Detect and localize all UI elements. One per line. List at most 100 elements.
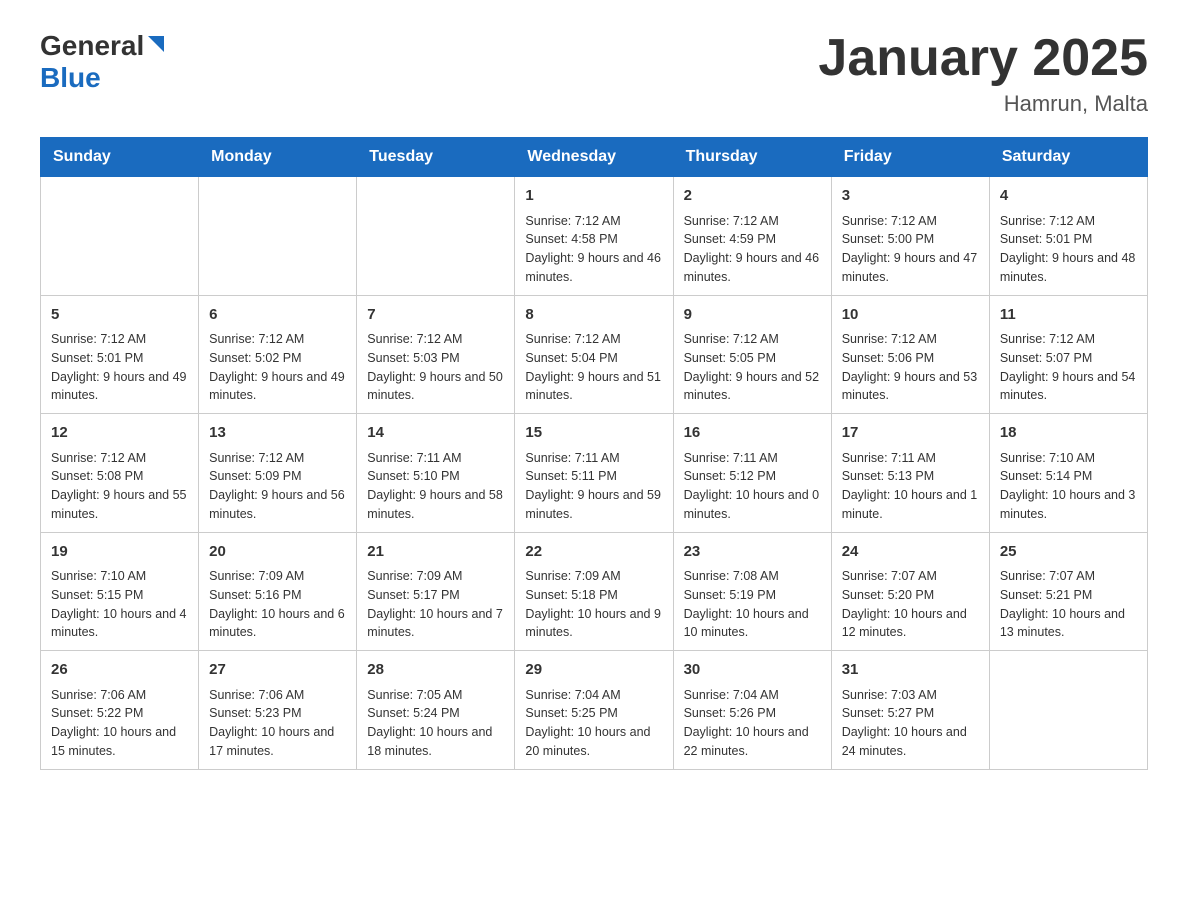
calendar-cell: 3 Sunrise: 7:12 AM Sunset: 5:00 PM Daylig… — [831, 177, 989, 296]
calendar-cell: 25 Sunrise: 7:07 AM Sunset: 5:21 PM Dayli… — [989, 532, 1147, 651]
day-number: 17 — [842, 422, 979, 445]
calendar-week-2: 5 Sunrise: 7:12 AM Sunset: 5:01 PM Daylig… — [41, 295, 1148, 414]
day-number: 4 — [1000, 185, 1137, 208]
calendar-table: SundayMondayTuesdayWednesdayThursdayFrid… — [40, 137, 1148, 770]
day-number: 30 — [684, 659, 821, 682]
calendar-cell: 5 Sunrise: 7:12 AM Sunset: 5:01 PM Daylig… — [41, 295, 199, 414]
calendar-week-1: 1 Sunrise: 7:12 AM Sunset: 4:58 PM Daylig… — [41, 177, 1148, 296]
day-number: 9 — [684, 304, 821, 327]
day-number: 16 — [684, 422, 821, 445]
day-info: Sunrise: 7:07 AM Sunset: 5:20 PM Dayligh… — [842, 567, 979, 642]
day-info: Sunrise: 7:06 AM Sunset: 5:23 PM Dayligh… — [209, 686, 346, 761]
calendar-cell: 8 Sunrise: 7:12 AM Sunset: 5:04 PM Daylig… — [515, 295, 673, 414]
day-info: Sunrise: 7:12 AM Sunset: 5:01 PM Dayligh… — [51, 330, 188, 405]
calendar-cell: 23Sunrise: 7:08 AM Sunset: 5:19 PM Dayli… — [673, 532, 831, 651]
month-title: January 2025 — [818, 30, 1148, 87]
day-number: 18 — [1000, 422, 1137, 445]
calendar-cell: 16Sunrise: 7:11 AM Sunset: 5:12 PM Dayli… — [673, 414, 831, 533]
page-header: General Blue January 2025 Hamrun, Malta — [40, 30, 1148, 117]
day-number: 23 — [684, 541, 821, 564]
day-info: Sunrise: 7:09 AM Sunset: 5:16 PM Dayligh… — [209, 567, 346, 642]
calendar-week-5: 26Sunrise: 7:06 AM Sunset: 5:22 PM Dayli… — [41, 651, 1148, 770]
calendar-cell: 28 Sunrise: 7:05 AM Sunset: 5:24 PM Dayli… — [357, 651, 515, 770]
day-info: Sunrise: 7:12 AM Sunset: 5:03 PM Dayligh… — [367, 330, 504, 405]
day-number: 11 — [1000, 304, 1137, 327]
calendar-cell: 13Sunrise: 7:12 AM Sunset: 5:09 PM Dayli… — [199, 414, 357, 533]
calendar-cell: 19Sunrise: 7:10 AM Sunset: 5:15 PM Dayli… — [41, 532, 199, 651]
day-info: Sunrise: 7:12 AM Sunset: 5:04 PM Dayligh… — [525, 330, 662, 405]
day-number: 10 — [842, 304, 979, 327]
day-number: 13 — [209, 422, 346, 445]
day-info: Sunrise: 7:10 AM Sunset: 5:15 PM Dayligh… — [51, 567, 188, 642]
day-info: Sunrise: 7:11 AM Sunset: 5:13 PM Dayligh… — [842, 449, 979, 524]
weekday-header-thursday: Thursday — [673, 138, 831, 177]
day-number: 2 — [684, 185, 821, 208]
calendar-cell — [357, 177, 515, 296]
day-number: 25 — [1000, 541, 1137, 564]
day-number: 28 — [367, 659, 504, 682]
day-info: Sunrise: 7:12 AM Sunset: 5:06 PM Dayligh… — [842, 330, 979, 405]
calendar-cell: 14Sunrise: 7:11 AM Sunset: 5:10 PM Dayli… — [357, 414, 515, 533]
calendar-cell: 10 Sunrise: 7:12 AM Sunset: 5:06 PM Dayli… — [831, 295, 989, 414]
calendar-cell — [989, 651, 1147, 770]
day-number: 8 — [525, 304, 662, 327]
day-info: Sunrise: 7:04 AM Sunset: 5:26 PM Dayligh… — [684, 686, 821, 761]
day-info: Sunrise: 7:12 AM Sunset: 4:59 PM Dayligh… — [684, 212, 821, 287]
logo: General Blue — [40, 30, 166, 94]
day-number: 31 — [842, 659, 979, 682]
day-number: 27 — [209, 659, 346, 682]
day-info: Sunrise: 7:11 AM Sunset: 5:10 PM Dayligh… — [367, 449, 504, 524]
calendar-cell: 29 Sunrise: 7:04 AM Sunset: 5:25 PM Dayli… — [515, 651, 673, 770]
location-title: Hamrun, Malta — [818, 91, 1148, 117]
day-info: Sunrise: 7:09 AM Sunset: 5:18 PM Dayligh… — [525, 567, 662, 642]
day-info: Sunrise: 7:04 AM Sunset: 5:25 PM Dayligh… — [525, 686, 662, 761]
day-info: Sunrise: 7:12 AM Sunset: 5:05 PM Dayligh… — [684, 330, 821, 405]
day-info: Sunrise: 7:03 AM Sunset: 5:27 PM Dayligh… — [842, 686, 979, 761]
calendar-cell: 2 Sunrise: 7:12 AM Sunset: 4:59 PM Daylig… — [673, 177, 831, 296]
calendar-cell: 21 Sunrise: 7:09 AM Sunset: 5:17 PM Dayli… — [357, 532, 515, 651]
weekday-header-monday: Monday — [199, 138, 357, 177]
calendar-week-4: 19Sunrise: 7:10 AM Sunset: 5:15 PM Dayli… — [41, 532, 1148, 651]
calendar-header-row: SundayMondayTuesdayWednesdayThursdayFrid… — [41, 138, 1148, 177]
day-number: 22 — [525, 541, 662, 564]
logo-triangle-icon — [146, 34, 166, 54]
day-number: 3 — [842, 185, 979, 208]
calendar-cell: 22 Sunrise: 7:09 AM Sunset: 5:18 PM Dayli… — [515, 532, 673, 651]
day-info: Sunrise: 7:12 AM Sunset: 5:00 PM Dayligh… — [842, 212, 979, 287]
day-info: Sunrise: 7:07 AM Sunset: 5:21 PM Dayligh… — [1000, 567, 1137, 642]
day-info: Sunrise: 7:12 AM Sunset: 5:01 PM Dayligh… — [1000, 212, 1137, 287]
logo-general: General — [40, 30, 144, 62]
calendar-cell: 18Sunrise: 7:10 AM Sunset: 5:14 PM Dayli… — [989, 414, 1147, 533]
calendar-cell: 11 Sunrise: 7:12 AM Sunset: 5:07 PM Dayli… — [989, 295, 1147, 414]
day-info: Sunrise: 7:12 AM Sunset: 4:58 PM Dayligh… — [525, 212, 662, 287]
day-number: 5 — [51, 304, 188, 327]
day-number: 29 — [525, 659, 662, 682]
day-number: 6 — [209, 304, 346, 327]
day-number: 1 — [525, 185, 662, 208]
day-info: Sunrise: 7:06 AM Sunset: 5:22 PM Dayligh… — [51, 686, 188, 761]
calendar-cell: 7 Sunrise: 7:12 AM Sunset: 5:03 PM Daylig… — [357, 295, 515, 414]
weekday-header-sunday: Sunday — [41, 138, 199, 177]
calendar-cell: 12Sunrise: 7:12 AM Sunset: 5:08 PM Dayli… — [41, 414, 199, 533]
calendar-cell: 4 Sunrise: 7:12 AM Sunset: 5:01 PM Daylig… — [989, 177, 1147, 296]
day-info: Sunrise: 7:11 AM Sunset: 5:11 PM Dayligh… — [525, 449, 662, 524]
calendar-cell: 1 Sunrise: 7:12 AM Sunset: 4:58 PM Daylig… — [515, 177, 673, 296]
calendar-cell — [41, 177, 199, 296]
calendar-cell — [199, 177, 357, 296]
logo-blue: Blue — [40, 62, 101, 93]
day-number: 21 — [367, 541, 504, 564]
day-number: 7 — [367, 304, 504, 327]
calendar-cell: 30 Sunrise: 7:04 AM Sunset: 5:26 PM Dayli… — [673, 651, 831, 770]
calendar-cell: 17 Sunrise: 7:11 AM Sunset: 5:13 PM Dayli… — [831, 414, 989, 533]
weekday-header-tuesday: Tuesday — [357, 138, 515, 177]
weekday-header-wednesday: Wednesday — [515, 138, 673, 177]
day-info: Sunrise: 7:05 AM Sunset: 5:24 PM Dayligh… — [367, 686, 504, 761]
calendar-cell: 6Sunrise: 7:12 AM Sunset: 5:02 PM Daylig… — [199, 295, 357, 414]
calendar-cell: 15Sunrise: 7:11 AM Sunset: 5:11 PM Dayli… — [515, 414, 673, 533]
title-section: January 2025 Hamrun, Malta — [818, 30, 1148, 117]
calendar-cell: 9 Sunrise: 7:12 AM Sunset: 5:05 PM Daylig… — [673, 295, 831, 414]
day-info: Sunrise: 7:12 AM Sunset: 5:07 PM Dayligh… — [1000, 330, 1137, 405]
day-info: Sunrise: 7:09 AM Sunset: 5:17 PM Dayligh… — [367, 567, 504, 642]
calendar-cell: 24Sunrise: 7:07 AM Sunset: 5:20 PM Dayli… — [831, 532, 989, 651]
calendar-cell: 20Sunrise: 7:09 AM Sunset: 5:16 PM Dayli… — [199, 532, 357, 651]
